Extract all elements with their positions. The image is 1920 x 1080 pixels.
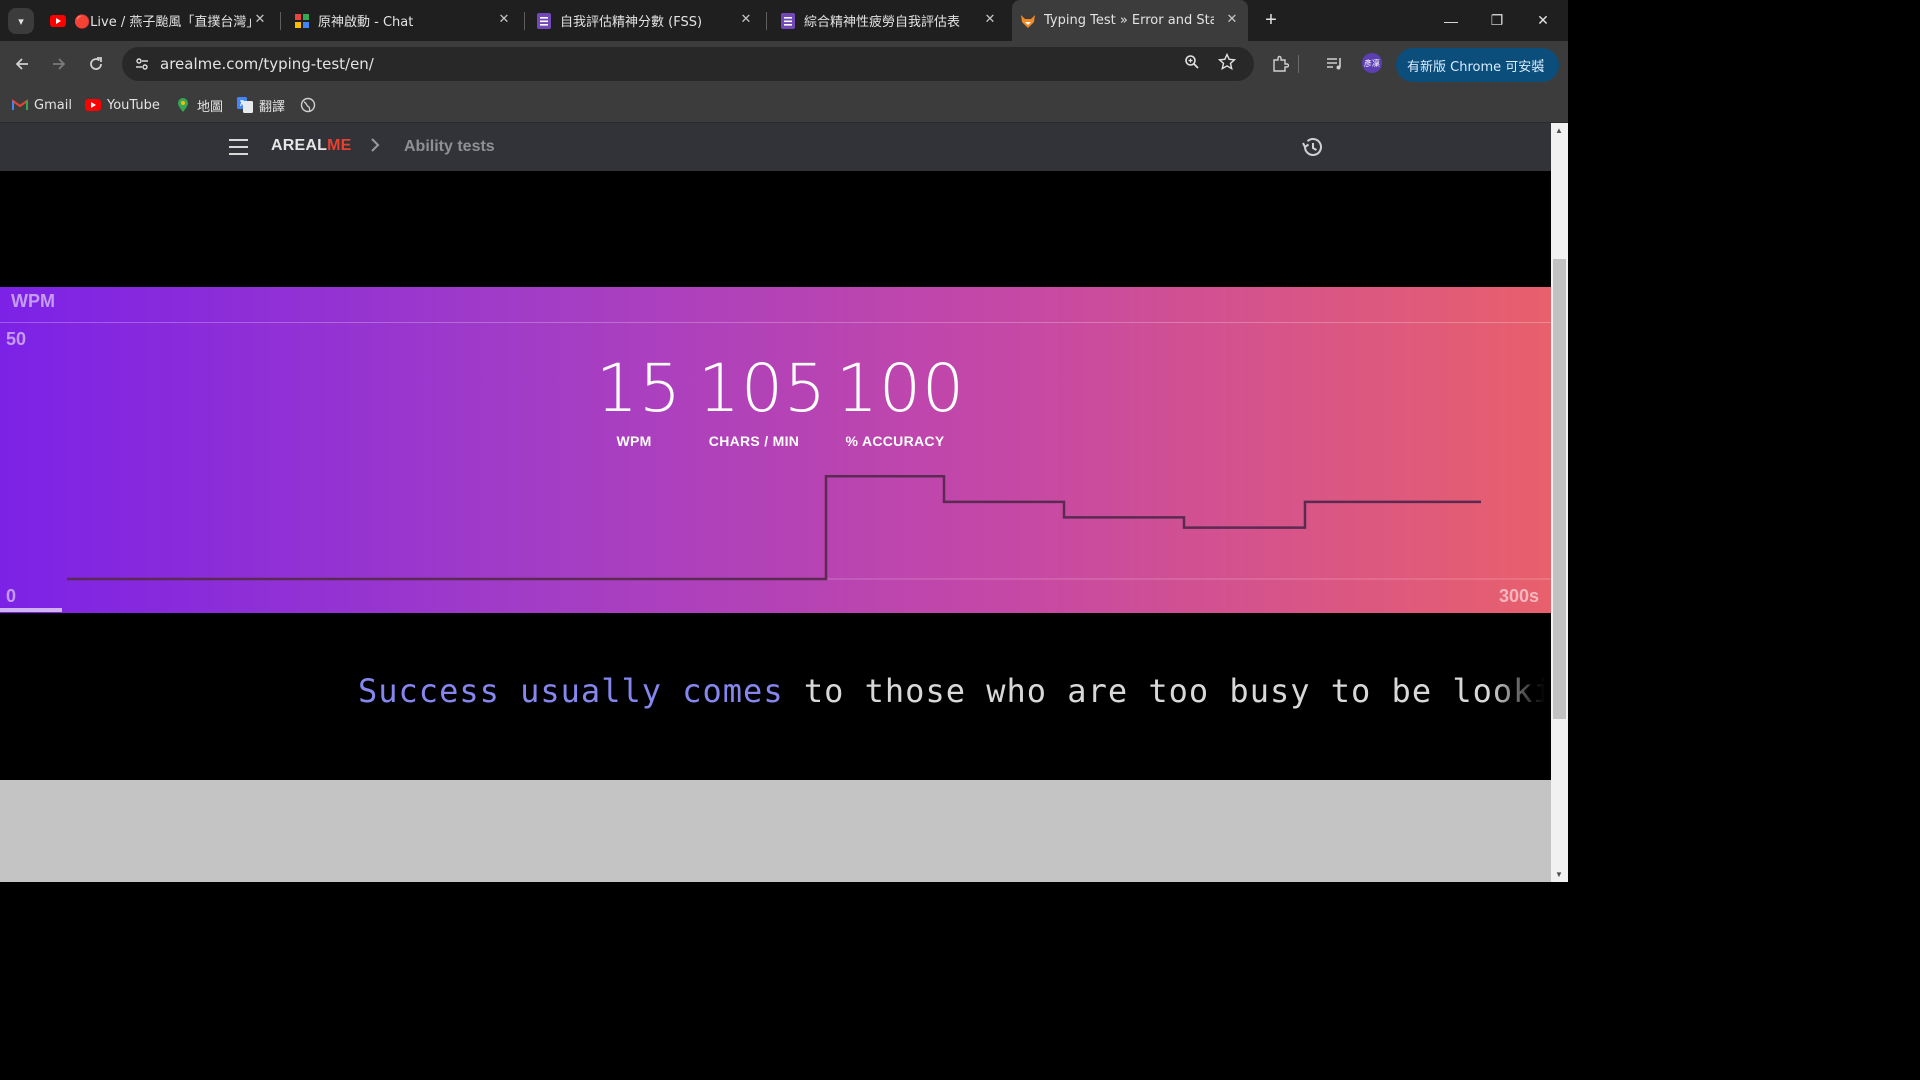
wpm-chart	[67, 474, 1551, 581]
more-options-icon[interactable]: ⋮	[1535, 56, 1550, 74]
tab-youtube-live[interactable]: 🔴Live / 燕子颱風「直撲台灣」 ✕	[44, 0, 276, 41]
bookmark-label: 翻譯	[259, 99, 286, 115]
tab-title: 原神啟動 - Chat	[318, 15, 414, 30]
chevron-right-icon	[369, 135, 381, 160]
scroll-down-icon[interactable]: ▼	[1555, 870, 1563, 879]
globe-icon	[300, 97, 316, 113]
tab-fatigue-form[interactable]: 綜合精神性疲勞自我評估表 ✕	[774, 0, 1006, 41]
stat-label: CHARS / MIN	[708, 433, 800, 449]
chat-icon	[294, 13, 310, 29]
maps-icon	[175, 97, 191, 113]
tab-title: 自我評估精神分數 (FSS)	[560, 15, 703, 30]
translate-icon	[237, 97, 253, 113]
site-settings-icon[interactable]	[130, 52, 154, 76]
y-axis-title: WPM	[11, 291, 55, 311]
youtube-icon	[85, 97, 101, 113]
minimize-button[interactable]: —	[1428, 0, 1474, 41]
gmail-icon	[12, 97, 28, 113]
stat-label: % ACCURACY	[845, 433, 945, 449]
typed-text: Success usually comes	[358, 672, 784, 710]
bookmark-maps[interactable]: 地圖	[175, 95, 223, 115]
text-fade	[1490, 668, 1551, 718]
profile-avatar[interactable]: 彥凜	[1362, 53, 1382, 73]
extensions-icon[interactable]	[1269, 53, 1291, 75]
fox-icon	[1020, 13, 1036, 29]
stat-value: 105	[698, 350, 827, 427]
bookmark-translate[interactable]: 翻譯	[237, 95, 285, 115]
wpm-series-line	[67, 474, 1481, 581]
y-tick-min: 0	[6, 586, 17, 606]
tab-title: 🔴Live / 燕子颱風「直撲台灣」	[74, 15, 260, 30]
bookmark-label: 地圖	[197, 99, 224, 115]
timer-progress-bar	[0, 608, 63, 612]
close-icon[interactable]: ✕	[982, 12, 998, 28]
window-close-button[interactable]: ✕	[1520, 0, 1566, 41]
history-icon[interactable]	[1300, 135, 1324, 159]
site-logo[interactable]: AREALME	[271, 137, 352, 155]
stat-value: 100	[836, 350, 965, 427]
tab-title: Typing Test » Error and Statisti	[1044, 13, 1214, 28]
media-control-icon[interactable]	[1324, 53, 1346, 75]
typing-text[interactable]: Success usually comes to those who are t…	[358, 672, 1551, 716]
bookmark-label: YouTube	[107, 97, 160, 113]
bookmark-youtube[interactable]: YouTube	[85, 95, 160, 115]
url-text: arealme.com/typing-test/en/	[160, 55, 374, 73]
reload-icon	[90, 57, 102, 70]
tab-strip: ▾ 🔴Live / 燕子颱風「直撲台灣」 ✕ 原神啟動 - Chat ✕ 自我評…	[0, 0, 1568, 41]
stat-wpm: 15 WPM	[596, 349, 682, 449]
close-icon[interactable]: ✕	[252, 12, 268, 28]
tab-fss[interactable]: 自我評估精神分數 (FSS) ✕	[530, 0, 762, 41]
tab-chat[interactable]: 原神啟動 - Chat ✕	[288, 0, 520, 41]
forward-button[interactable]	[45, 50, 73, 78]
tab-title: 綜合精神性疲勞自我評估表	[804, 15, 961, 30]
tab-divider	[280, 12, 281, 30]
tab-divider	[524, 12, 525, 30]
close-icon[interactable]: ✕	[738, 12, 754, 28]
tab-divider	[766, 12, 767, 30]
back-button[interactable]	[8, 50, 36, 78]
restore-button[interactable]: ❐	[1474, 0, 1520, 41]
x-tick-max: 300s	[1498, 586, 1539, 606]
back-arrow-icon	[15, 58, 28, 70]
y-tick-max: 50	[6, 329, 27, 349]
logo-accent-text: ME	[327, 137, 352, 154]
chrome-update-button[interactable]: 有新版 Chrome 可安裝 ⋮	[1396, 48, 1559, 82]
youtube-icon	[50, 13, 66, 29]
breadcrumb-ability-tests[interactable]: Ability tests	[404, 138, 495, 156]
results-panel: WPM 50 0 300s 15 WPM 105 CHARS / MIN 100…	[0, 287, 1551, 613]
close-icon[interactable]: ✕	[1224, 12, 1240, 28]
scrollbar-thumb[interactable]	[1553, 259, 1566, 719]
zoom-icon[interactable]	[1184, 54, 1204, 74]
bookmarks-bar: Gmail YouTube 地圖 翻譯	[0, 87, 1568, 123]
close-icon[interactable]: ✕	[496, 12, 512, 28]
update-label: 有新版 Chrome 可安裝	[1407, 59, 1545, 75]
bookmark-star-icon[interactable]	[1217, 52, 1238, 73]
logo-main-text: AREAL	[271, 137, 328, 154]
page-scrollbar[interactable]: ▲ ▼	[1551, 123, 1568, 882]
page-footer-area	[0, 780, 1551, 882]
tab-typing-test[interactable]: Typing Test » Error and Statisti ✕	[1012, 0, 1248, 41]
bookmark-label: Gmail	[34, 97, 72, 113]
menu-icon[interactable]	[229, 139, 248, 155]
address-bar[interactable]: arealme.com/typing-test/en/	[122, 47, 1254, 81]
site-header: AREALME Ability tests	[0, 123, 1551, 171]
stat-label: WPM	[616, 433, 652, 449]
scroll-up-icon[interactable]: ▲	[1555, 126, 1563, 135]
browser-toolbar: arealme.com/typing-test/en/	[0, 41, 1568, 87]
bookmark-globe[interactable]	[300, 95, 322, 115]
tab-search-button[interactable]: ▾	[8, 8, 34, 34]
forward-arrow-icon	[53, 58, 66, 70]
remaining-text: to those who are too busy to be looking …	[803, 672, 1551, 710]
bookmark-gmail[interactable]: Gmail	[12, 95, 72, 115]
forms-icon	[536, 12, 552, 29]
stat-value: 15	[596, 350, 682, 427]
stat-accuracy: 100 % ACCURACY	[836, 349, 965, 449]
stat-chars-per-min: 105 CHARS / MIN	[698, 349, 827, 449]
reload-button[interactable]	[82, 50, 110, 78]
new-tab-button[interactable]: +	[1260, 8, 1282, 32]
toolbar-divider	[1298, 55, 1299, 73]
forms-icon	[780, 12, 796, 29]
